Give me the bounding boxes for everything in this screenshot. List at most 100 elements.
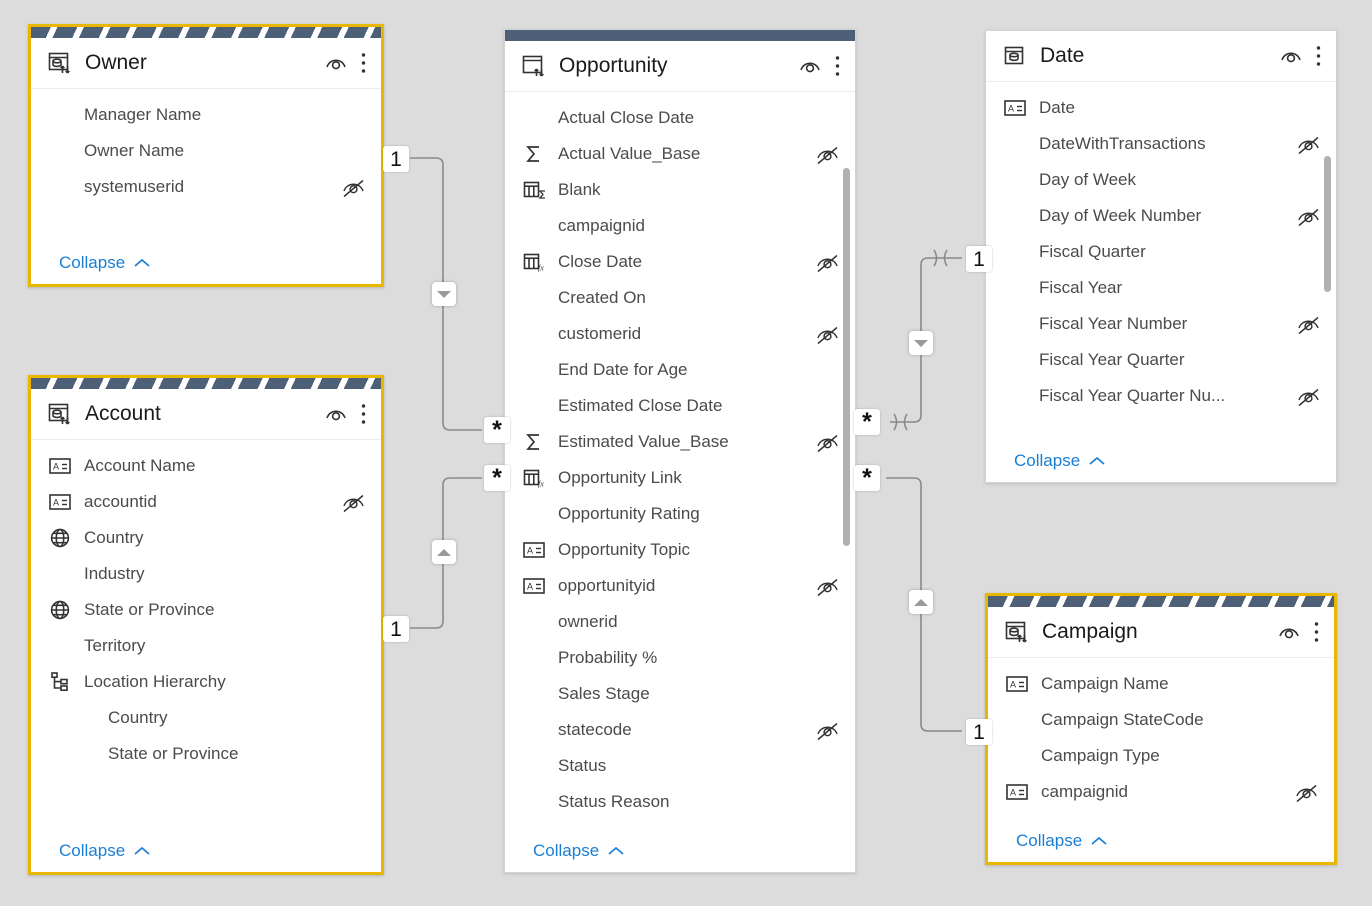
table-more-options-button[interactable] [1313,621,1320,643]
field-hidden-toggle[interactable] [815,719,841,741]
collapse-button-account[interactable]: Collapse [31,830,381,872]
field-row[interactable]: Campaign Type [988,738,1334,774]
field-list-scrollbar[interactable] [843,168,850,546]
eye-hidden-icon[interactable] [815,251,841,273]
field-row[interactable]: customerid [505,316,855,352]
table-header-owner[interactable]: Owner [31,38,381,89]
table-visibility-toggle[interactable] [798,56,822,76]
field-row[interactable]: Industry [31,556,381,592]
field-row[interactable]: Fiscal Year [986,270,1336,306]
field-row[interactable]: Opportunity Rating [505,496,855,532]
field-list-scrollbar[interactable] [1324,156,1331,292]
field-row[interactable]: Estimated Value_Base [505,424,855,460]
eye-hidden-icon[interactable] [1296,385,1322,407]
field-row[interactable]: Location Hierarchy [31,664,381,700]
field-row[interactable]: Status [505,748,855,784]
table-visibility-toggle[interactable] [324,404,348,424]
eye-hidden-icon[interactable] [341,176,367,198]
field-row[interactable]: Actual Close Date [505,100,855,136]
field-row[interactable]: Fiscal Year Quarter [986,342,1336,378]
field-hidden-toggle[interactable] [341,491,367,513]
field-row[interactable]: Blank [505,172,855,208]
field-hidden-toggle[interactable] [1296,205,1322,227]
table-visibility-toggle[interactable] [324,53,348,73]
model-view-canvas[interactable]: Owner Manager Name Owner Name [0,0,1372,906]
more-options-icon[interactable] [1313,621,1320,643]
field-row[interactable]: A Date [986,90,1336,126]
field-row[interactable]: A Account Name [31,448,381,484]
field-row[interactable]: Actual Value_Base [505,136,855,172]
cardinality-badge-opportunity-campaign-from[interactable]: 1 [966,719,992,745]
table-card-date[interactable]: Date A Date [985,30,1337,483]
eye-hidden-icon[interactable] [815,323,841,345]
table-header-date[interactable]: Date [986,31,1336,82]
table-header-campaign[interactable]: Campaign [988,607,1334,658]
more-options-icon[interactable] [1315,45,1322,67]
field-row[interactable]: Campaign StateCode [988,702,1334,738]
eye-hidden-icon[interactable] [815,431,841,453]
field-row[interactable]: Fiscal Year Number [986,306,1336,342]
field-hidden-toggle[interactable] [1296,385,1322,407]
eye-icon[interactable] [1277,622,1301,642]
field-row[interactable]: Fiscal Year Quarter Nu... [986,378,1336,414]
field-row[interactable]: DateWithTransactions [986,126,1336,162]
eye-icon[interactable] [324,53,348,73]
field-row[interactable]: State or Province [31,736,381,772]
table-header-opportunity[interactable]: Opportunity [505,41,855,92]
eye-hidden-icon[interactable] [1294,781,1320,803]
cross-filter-direction-arrow-account-opportunity[interactable] [432,540,456,564]
field-row[interactable]: Estimated Close Date [505,388,855,424]
table-card-opportunity[interactable]: Opportunity Actual Close Date Actual V [504,29,856,873]
eye-hidden-icon[interactable] [1296,313,1322,335]
table-visibility-toggle[interactable] [1279,46,1303,66]
eye-icon[interactable] [798,56,822,76]
field-hidden-toggle[interactable] [341,176,367,198]
more-options-icon[interactable] [834,55,841,77]
table-more-options-button[interactable] [1315,45,1322,67]
table-header-account[interactable]: Account [31,389,381,440]
field-row[interactable]: fx Opportunity Link [505,460,855,496]
field-row[interactable]: Territory [31,628,381,664]
field-row[interactable]: Fiscal Quarter [986,234,1336,270]
field-row[interactable]: Status Reason [505,784,855,820]
collapse-button-campaign[interactable]: Collapse [988,820,1334,862]
cross-filter-direction-arrow-opportunity-date[interactable] [909,331,933,355]
more-options-icon[interactable] [360,403,367,425]
cardinality-badge-account-opportunity-from[interactable]: 1 [383,616,409,642]
field-row[interactable]: campaignid [505,208,855,244]
cardinality-badge-opportunity-date-to[interactable]: * [854,409,880,435]
eye-hidden-icon[interactable] [1296,133,1322,155]
eye-hidden-icon[interactable] [815,143,841,165]
field-row[interactable]: State or Province [31,592,381,628]
eye-hidden-icon[interactable] [815,575,841,597]
field-hidden-toggle[interactable] [815,431,841,453]
cardinality-badge-owner-opportunity-to[interactable]: * [484,417,510,443]
table-card-account[interactable]: Account A Account Name [28,375,384,875]
collapse-button-opportunity[interactable]: Collapse [505,830,855,872]
field-row[interactable]: Created On [505,280,855,316]
field-row[interactable]: Sales Stage [505,676,855,712]
field-row[interactable]: End Date for Age [505,352,855,388]
field-row[interactable]: A campaignid [988,774,1334,810]
eye-hidden-icon[interactable] [815,719,841,741]
field-row[interactable]: Manager Name [31,97,381,133]
field-hidden-toggle[interactable] [815,323,841,345]
cardinality-badge-account-opportunity-to[interactable]: * [484,465,510,491]
collapse-button-date[interactable]: Collapse [986,440,1336,482]
field-row[interactable]: Country [31,520,381,556]
cardinality-badge-opportunity-campaign-to[interactable]: * [854,465,880,491]
cross-filter-direction-arrow-opportunity-campaign[interactable] [909,590,933,614]
table-more-options-button[interactable] [360,403,367,425]
field-row[interactable]: Country [31,700,381,736]
field-row[interactable]: statecode [505,712,855,748]
field-row[interactable]: A opportunityid [505,568,855,604]
field-row[interactable]: fx Close Date [505,244,855,280]
field-hidden-toggle[interactable] [1294,781,1320,803]
cardinality-badge-opportunity-date-from[interactable]: 1 [966,246,992,272]
field-row[interactable]: A accountid [31,484,381,520]
table-card-owner[interactable]: Owner Manager Name Owner Name [28,24,384,287]
more-options-icon[interactable] [360,52,367,74]
field-hidden-toggle[interactable] [815,143,841,165]
field-hidden-toggle[interactable] [1296,133,1322,155]
cross-filter-direction-arrow-owner-opportunity[interactable] [432,282,456,306]
